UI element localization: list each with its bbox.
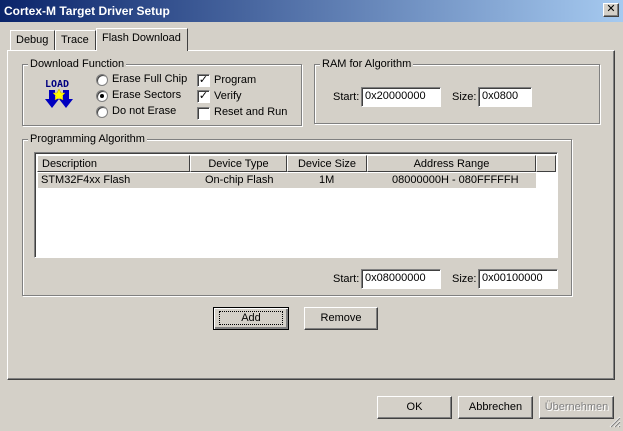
ram-size-input[interactable]: 0x0800 [478,87,532,107]
checkbox-reset-and-run[interactable] [197,107,210,120]
add-button[interactable]: Add [213,307,289,330]
ram-group-title: RAM for Algorithm [320,58,414,70]
cancel-button[interactable]: Abbrechen [458,396,533,419]
ok-button[interactable]: OK [377,396,452,419]
apply-button-label: Übernehmen [544,401,609,413]
row-device-size: 1M [319,174,335,186]
load-icon-text: LOAD [45,79,69,90]
active-tab-gap [97,49,187,52]
column-device-size[interactable]: Device Size [287,155,367,172]
checkbox-verify-label: Verify [214,90,242,102]
apply-button[interactable]: Übernehmen [539,396,614,419]
algo-size-input[interactable]: 0x00100000 [478,269,558,289]
title-bar: Cortex-M Target Driver Setup [0,0,623,22]
algo-start-input[interactable]: 0x08000000 [361,269,441,289]
row-description: STM32F4xx Flash [41,174,131,186]
close-button[interactable]: ✕ [603,3,619,17]
ram-size-label: Size: [452,91,477,103]
column-address-range[interactable]: Address Range [367,155,536,172]
tab-debug[interactable]: Debug [10,30,55,50]
radio-erase-full-chip-label: Erase Full Chip [112,73,188,85]
remove-button[interactable]: Remove [304,307,378,330]
algo-start-label: Start: [333,273,360,285]
checkbox-verify[interactable]: ✓ [197,90,210,103]
tab-flash-download[interactable]: Flash Download [96,28,188,51]
checkbox-program[interactable]: ✓ [197,74,210,87]
radio-do-not-erase-label: Do not Erase [112,105,177,117]
column-device-type[interactable]: Device Type [190,155,287,172]
radio-erase-sectors[interactable] [96,90,108,102]
row-device-type: On-chip Flash [205,174,274,186]
load-icon: LOAD [42,77,78,111]
column-filler [536,155,556,172]
radio-erase-sectors-label: Erase Sectors [112,89,182,101]
algorithm-list[interactable]: Description Device Type Device Size Addr… [34,152,558,258]
programming-algorithm-title: Programming Algorithm [28,133,147,145]
check-icon: ✓ [198,90,209,102]
check-icon: ✓ [198,74,209,86]
checkbox-reset-and-run-label: Reset and Run [214,106,288,118]
window-title: Cortex-M Target Driver Setup [4,4,170,18]
radio-do-not-erase[interactable] [96,106,108,118]
ram-start-input[interactable]: 0x20000000 [361,87,441,107]
tab-debug-label: Debug [16,34,49,46]
remove-button-label: Remove [320,312,362,324]
download-function-title: Download Function [28,58,127,70]
tab-trace[interactable]: Trace [55,30,96,50]
close-icon: ✕ [606,3,616,15]
ok-button-label: OK [406,401,423,413]
cancel-button-label: Abbrechen [468,401,523,413]
tab-trace-label: Trace [61,34,89,46]
tab-flash-download-label: Flash Download [102,32,181,44]
checkbox-program-label: Program [214,74,257,86]
resize-grip-icon[interactable] [609,416,621,428]
ram-start-label: Start: [333,91,360,103]
radio-erase-full-chip[interactable] [96,74,108,86]
row-address-range: 08000000H - 080FFFFFH [392,174,519,186]
column-description[interactable]: Description [37,155,190,172]
algo-size-label: Size: [452,273,477,285]
add-button-label: Add [219,311,283,325]
